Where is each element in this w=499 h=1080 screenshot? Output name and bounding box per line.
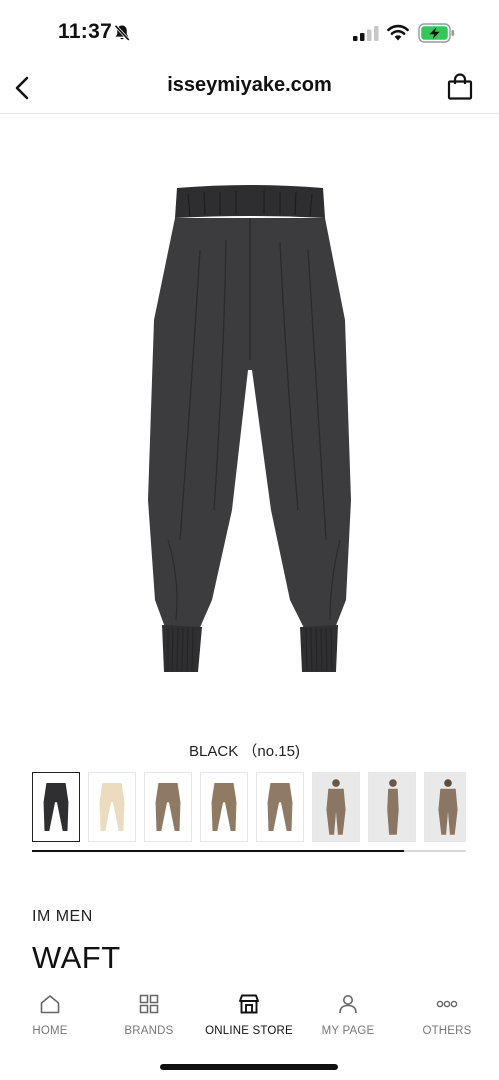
storefront-icon bbox=[239, 994, 259, 1014]
thumbnail-beige[interactable] bbox=[88, 772, 136, 842]
tab-home-label: HOME bbox=[32, 1025, 68, 1037]
thumbnail-brown-3[interactable] bbox=[256, 772, 304, 842]
thumbnail-model-side[interactable] bbox=[368, 772, 416, 842]
ellipsis-circles-icon bbox=[436, 1000, 458, 1008]
nav-bar: isseymiyake.com bbox=[0, 62, 499, 114]
color-label: BLACK （no.15) bbox=[189, 743, 300, 760]
status-time: 11:37 bbox=[58, 20, 113, 43]
thumbnail-black[interactable] bbox=[32, 772, 80, 842]
tab-brands-label: BRANDS bbox=[124, 1025, 174, 1037]
tab-my-page[interactable]: MY PAGE bbox=[298, 992, 398, 1044]
thumbnail-strip[interactable] bbox=[32, 772, 466, 844]
tab-home[interactable]: HOME bbox=[0, 992, 100, 1044]
site-title: isseymiyake.com bbox=[167, 74, 332, 96]
thumbnail-scrollbar[interactable] bbox=[32, 850, 466, 852]
thumbnail-model-back[interactable] bbox=[424, 772, 466, 842]
shopping-bag-icon[interactable] bbox=[446, 73, 474, 101]
tab-others[interactable]: OTHERS bbox=[397, 992, 497, 1044]
tab-others-label: OTHERS bbox=[422, 1025, 472, 1037]
thumbnail-scrollbar-thumb[interactable] bbox=[32, 850, 404, 852]
tab-online-store-label: ONLINE STORE bbox=[205, 1025, 293, 1037]
person-icon bbox=[339, 995, 357, 1014]
tab-brands[interactable]: BRANDS bbox=[99, 992, 199, 1044]
thumbnail-brown-1[interactable] bbox=[144, 772, 192, 842]
tab-bar: HOME BRANDS ONLINE STORE MY PAGE OTHERS bbox=[0, 988, 499, 1080]
bell-slash-icon bbox=[114, 24, 130, 42]
house-icon bbox=[40, 995, 60, 1014]
cellular-signal-icon bbox=[353, 26, 379, 41]
thumbnail-brown-2[interactable] bbox=[200, 772, 248, 842]
home-indicator bbox=[160, 1064, 338, 1070]
wifi-icon bbox=[387, 24, 409, 41]
pants-illustration bbox=[148, 185, 351, 672]
battery-charging-icon bbox=[418, 23, 455, 43]
tab-online-store[interactable]: ONLINE STORE bbox=[199, 992, 299, 1044]
status-bar: 11:37 bbox=[0, 0, 499, 62]
tab-my-page-label: MY PAGE bbox=[321, 1025, 375, 1037]
product-image[interactable] bbox=[140, 180, 360, 680]
brand-label[interactable]: IM MEN bbox=[32, 908, 93, 926]
thumbnail-model-front[interactable] bbox=[312, 772, 360, 842]
grid-icon bbox=[139, 994, 159, 1014]
product-name: WAFT bbox=[32, 940, 121, 975]
